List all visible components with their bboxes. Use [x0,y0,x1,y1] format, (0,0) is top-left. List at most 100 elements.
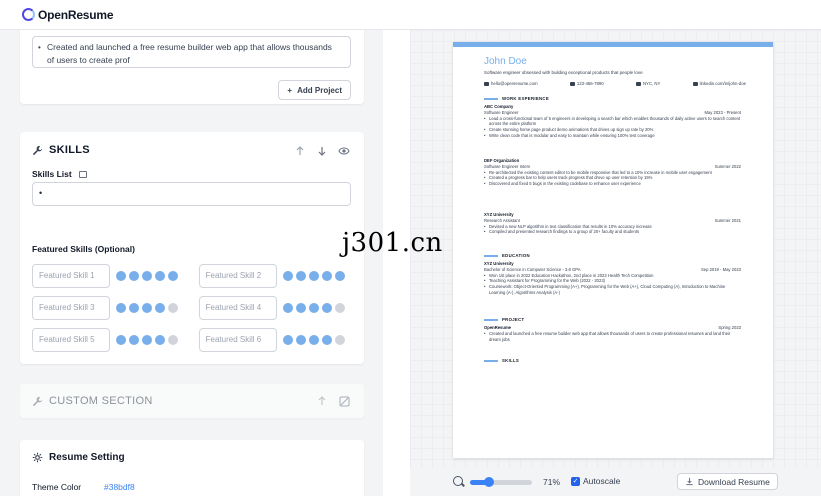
logo-icon [22,8,35,21]
skills-list-label-text: Skills List [32,169,72,179]
rating-dot[interactable] [308,335,319,345]
rating-dot[interactable] [321,303,332,313]
rating-dot[interactable] [115,335,126,345]
rating-dot[interactable] [154,335,165,345]
move-up-icon[interactable] [294,145,306,157]
rating-dot[interactable] [321,335,332,345]
featured-skill-input[interactable]: Featured Skill 2 [198,264,277,288]
resume-name: John Doe [484,56,527,67]
project-description-field[interactable]: Created and launched a free resume build… [32,36,351,68]
rating-dot[interactable] [295,271,306,281]
skill-rating[interactable] [115,303,187,313]
zoom-icon [453,476,463,486]
resume-section-heading: SKILLS [484,358,519,363]
featured-skill-input[interactable]: Featured Skill 4 [198,296,277,320]
wrench-icon [32,145,43,155]
featured-skill-input[interactable]: Featured Skill 3 [32,296,110,320]
featured-skills-grid: Featured Skill 1 Featured Skill 2 Featur… [32,264,354,360]
resume-setting-title: Resume Setting [49,452,125,463]
add-project-button[interactable]: + Add Project [278,80,351,100]
rating-dot[interactable] [167,271,178,281]
linkedin-icon [692,81,698,86]
skill-rating[interactable] [282,303,354,313]
autoscale-label: Autoscale [583,476,621,486]
contact-phone: 123-456-7890 [569,81,604,86]
zoom-slider-thumb[interactable] [484,477,494,487]
resume-section-heading: PROJECT [484,317,524,322]
resume-form-panel: Created and launched a free resume build… [0,30,383,496]
resume-setting-card: Resume Setting Theme Color #38bdf8 [20,440,364,496]
eye-icon[interactable] [338,145,350,157]
download-resume-button[interactable]: Download Resume [677,473,778,490]
work-entry: DEF Organization Software Engineer Inter… [484,158,741,187]
contact-linkedin: linkedin.com/in/john-doe [692,81,746,86]
rating-dot[interactable] [128,271,139,281]
featured-skill-input[interactable]: Featured Skill 1 [32,264,110,288]
rating-dot[interactable] [282,303,293,313]
rating-dot[interactable] [141,303,152,313]
resume-contacts: hello@openresume.com 123-456-7890 NYC, N… [484,81,746,86]
theme-color-label: Theme Color [32,482,82,492]
zoom-slider[interactable] [470,477,532,487]
move-down-icon[interactable] [316,145,328,157]
contact-location: NYC, NY [635,81,660,86]
work-entry: ABC Company Software Engineer May 2023 - … [484,104,741,139]
skill-rating[interactable] [282,335,354,345]
resume-summary: Software engineer obsessed with building… [484,70,643,75]
checkbox-icon[interactable]: ✓ [571,476,580,486]
rating-dot[interactable] [141,271,152,281]
contact-email: hello@openresume.com [484,81,538,86]
featured-skill-input[interactable]: Featured Skill 6 [198,328,277,352]
app-logo-text[interactable]: OpenResume [38,8,114,22]
rating-dot[interactable] [295,303,306,313]
add-project-label: Add Project [297,85,342,95]
rating-dot[interactable] [334,303,345,313]
skill-rating[interactable] [115,335,187,345]
work-entry: XYZ University Research Assistant Summer … [484,212,741,235]
plus-icon: + [287,85,293,95]
resume-page: John Doe Software engineer obsessed with… [453,42,773,458]
rating-dot[interactable] [282,271,293,281]
gear-icon [32,452,43,463]
rating-dot[interactable] [334,271,345,281]
skill-rating[interactable] [282,271,354,281]
rating-dot[interactable] [282,335,293,345]
project-entry: OpenResumeSpring 2023 Created and launch… [484,325,741,342]
skills-list-input[interactable]: • [32,182,351,206]
rating-dot[interactable] [128,335,139,345]
rating-dot[interactable] [308,271,319,281]
download-icon [686,477,693,486]
resume-preview-panel: John Doe Software engineer obsessed with… [410,30,821,496]
project-card: Created and launched a free resume build… [20,30,364,104]
rating-dot[interactable] [115,303,126,313]
move-up-icon[interactable] [316,395,328,407]
rating-dot[interactable] [167,303,178,313]
zoom-value: 71% [543,477,561,487]
eye-off-icon[interactable] [338,395,350,407]
rating-dot[interactable] [167,335,178,345]
preview-toolbar: 71% ✓ Autoscale Download Resume [410,468,821,496]
rating-dot[interactable] [128,303,139,313]
custom-section-card: CUSTOM SECTION [20,384,364,418]
rating-dot[interactable] [154,303,165,313]
download-label: Download Resume [698,476,770,487]
theme-color-input[interactable]: #38bdf8 [104,482,135,492]
rating-dot[interactable] [295,335,306,345]
rating-dot[interactable] [308,303,319,313]
rating-dot[interactable] [115,271,126,281]
custom-section-title: CUSTOM SECTION [49,395,153,407]
email-icon [484,81,489,86]
rating-dot[interactable] [141,335,152,345]
featured-skill-input[interactable]: Featured Skill 5 [32,328,110,352]
education-entry: XYZ University Bachelor of Science in Co… [484,261,741,296]
rating-dot[interactable] [334,335,345,345]
autoscale-toggle[interactable]: ✓ Autoscale [571,476,620,486]
bullet-toggle-icon[interactable] [79,171,88,179]
skills-list-label: Skills List [32,169,88,179]
rating-dot[interactable] [321,271,332,281]
top-nav: OpenResume [0,0,821,30]
rating-dot[interactable] [154,271,165,281]
resume-section-heading: WORK EXPERIENCE [484,96,549,101]
skill-rating[interactable] [115,271,187,281]
theme-color-bar [453,42,773,47]
